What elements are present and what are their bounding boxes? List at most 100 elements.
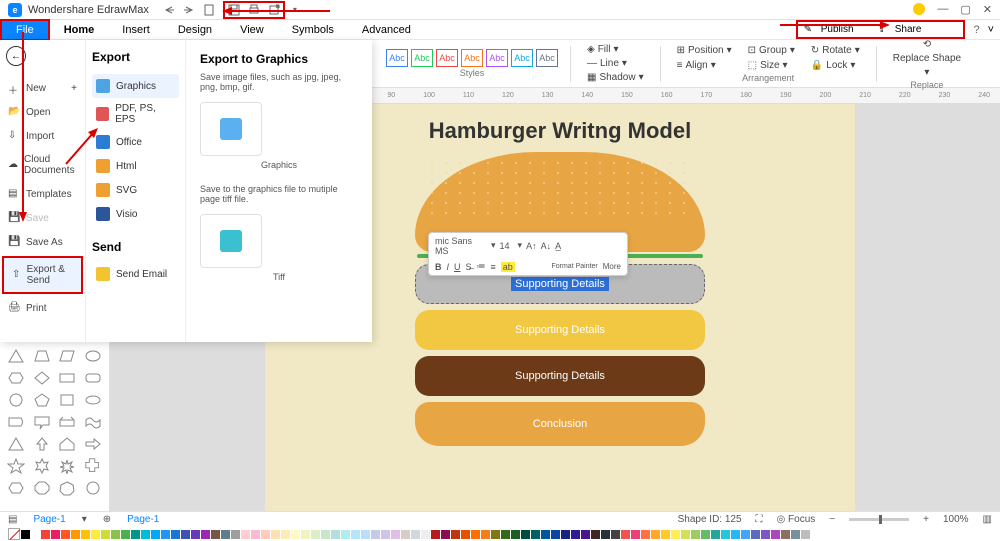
color-swatch[interactable] [211, 530, 220, 539]
color-swatch[interactable] [491, 530, 500, 539]
style-thumb[interactable]: Abc [486, 49, 508, 67]
floating-text-toolbar[interactable]: mic Sans MS▾ 14▾ A↑ A↓ A̲ B I U S̶ ≔ ≡ a… [428, 232, 628, 276]
color-swatch[interactable] [481, 530, 490, 539]
color-swatch[interactable] [221, 530, 230, 539]
nav-cloud[interactable]: ☁Cloud Documents [0, 148, 85, 182]
color-swatch[interactable] [701, 530, 710, 539]
export-graphics[interactable]: Graphics [92, 74, 179, 98]
color-swatch[interactable] [61, 530, 70, 539]
minimize-icon[interactable]: — [937, 3, 948, 16]
shape-burst[interactable] [56, 456, 80, 476]
export-office[interactable]: Office [92, 130, 179, 154]
shape-parallelogram[interactable] [56, 346, 80, 366]
shadow-button[interactable]: ▦ Shadow ▾ [583, 71, 648, 84]
nav-open[interactable]: 📂Open [0, 100, 85, 124]
color-swatch[interactable] [761, 530, 770, 539]
color-swatch[interactable] [751, 530, 760, 539]
export-pdf[interactable]: PDF, PS, EPS [92, 98, 179, 130]
shape-banner[interactable] [56, 412, 80, 432]
color-swatch[interactable] [121, 530, 130, 539]
page-tab-icon[interactable]: ▤ [8, 514, 17, 525]
export-visio[interactable]: Visio [92, 202, 179, 226]
shape-cross[interactable] [81, 456, 105, 476]
color-swatch[interactable] [251, 530, 260, 539]
shape-diamond[interactable] [30, 368, 54, 388]
color-swatch[interactable] [641, 530, 650, 539]
tab-symbols[interactable]: Symbols [278, 21, 348, 39]
send-email[interactable]: Send Email [92, 262, 179, 286]
color-swatch[interactable] [321, 530, 330, 539]
bold-button[interactable]: B [435, 262, 442, 272]
font-size[interactable]: 14 [500, 241, 514, 251]
color-swatch[interactable] [21, 530, 30, 539]
undo-icon[interactable] [163, 4, 175, 16]
color-swatch[interactable] [631, 530, 640, 539]
color-swatch[interactable] [541, 530, 550, 539]
tab-insert[interactable]: Insert [108, 21, 164, 39]
shape-oval[interactable] [81, 390, 105, 410]
shape-pentagon[interactable] [30, 390, 54, 410]
tab-design[interactable]: Design [164, 21, 226, 39]
help-icon[interactable]: ? [965, 24, 987, 36]
strike-button[interactable]: S̶ [466, 262, 472, 272]
tab-advanced[interactable]: Advanced [348, 21, 425, 39]
bullet-icon[interactable]: ≔ [477, 261, 486, 272]
shape-arrow-up[interactable] [30, 434, 54, 454]
size-button[interactable]: ⬚ Size▾ [744, 59, 799, 72]
bun-bottom-shape[interactable]: Conclusion [415, 402, 705, 446]
color-swatch[interactable] [671, 530, 680, 539]
style-thumb[interactable]: Abc [536, 49, 558, 67]
color-swatch[interactable] [81, 530, 90, 539]
color-swatch[interactable] [801, 530, 810, 539]
color-swatch[interactable] [611, 530, 620, 539]
numlist-icon[interactable]: ≡ [491, 262, 496, 272]
color-swatch[interactable] [791, 530, 800, 539]
shape-display[interactable] [4, 412, 28, 432]
export-icon[interactable] [268, 4, 280, 16]
publish-button[interactable]: ✎ Publish [798, 22, 866, 37]
nav-new[interactable]: ＋New+ [0, 76, 85, 100]
zoom-in-icon[interactable]: + [923, 514, 929, 525]
shape-callout[interactable] [30, 412, 54, 432]
color-swatch[interactable] [231, 530, 240, 539]
tab-view[interactable]: View [226, 21, 278, 39]
layout-icon[interactable]: ▥ [983, 514, 992, 525]
zoom-out-icon[interactable]: − [829, 514, 835, 525]
color-swatch[interactable] [281, 530, 290, 539]
color-swatch[interactable] [341, 530, 350, 539]
ribbon-collapse-icon[interactable]: ˅ [988, 24, 1000, 36]
underline-button[interactable]: U [454, 262, 461, 272]
page-tab-2[interactable]: Page-1 [127, 514, 159, 525]
color-swatch[interactable] [601, 530, 610, 539]
style-thumb[interactable]: Abc [386, 49, 408, 67]
shape-circle[interactable] [4, 390, 28, 410]
color-swatch[interactable] [581, 530, 590, 539]
focus-button[interactable]: ◎ Focus [777, 514, 816, 525]
color-swatch[interactable] [401, 530, 410, 539]
color-swatch[interactable] [651, 530, 660, 539]
layer-cheese[interactable]: Supporting Details [415, 310, 705, 350]
color-swatch[interactable] [741, 530, 750, 539]
tiff-thumb[interactable] [200, 214, 262, 268]
align-button[interactable]: ≡ Align▾ [673, 59, 736, 72]
color-swatch[interactable] [101, 530, 110, 539]
color-swatch[interactable] [681, 530, 690, 539]
add-page-icon[interactable]: ⊕ [103, 514, 111, 525]
color-swatch[interactable] [441, 530, 450, 539]
style-thumb[interactable]: Abc [411, 49, 433, 67]
color-swatch[interactable] [271, 530, 280, 539]
color-swatch[interactable] [51, 530, 60, 539]
replace-shape-button[interactable]: ⟲Replace Shape▾ [889, 38, 965, 79]
nav-print[interactable]: 🖨Print [0, 296, 85, 320]
save-icon[interactable] [228, 4, 240, 16]
shape-arrow-right[interactable] [81, 434, 105, 454]
shape-circle2[interactable] [81, 478, 105, 498]
line-button[interactable]: — Line ▾ [583, 57, 648, 70]
fill-button[interactable]: ◈ Fill ▾ [583, 43, 648, 56]
color-swatch[interactable] [171, 530, 180, 539]
shape-trapezoid[interactable] [30, 346, 54, 366]
color-swatch[interactable] [731, 530, 740, 539]
shape-roundrect[interactable] [81, 368, 105, 388]
color-swatch[interactable] [431, 530, 440, 539]
no-color[interactable] [8, 528, 20, 540]
